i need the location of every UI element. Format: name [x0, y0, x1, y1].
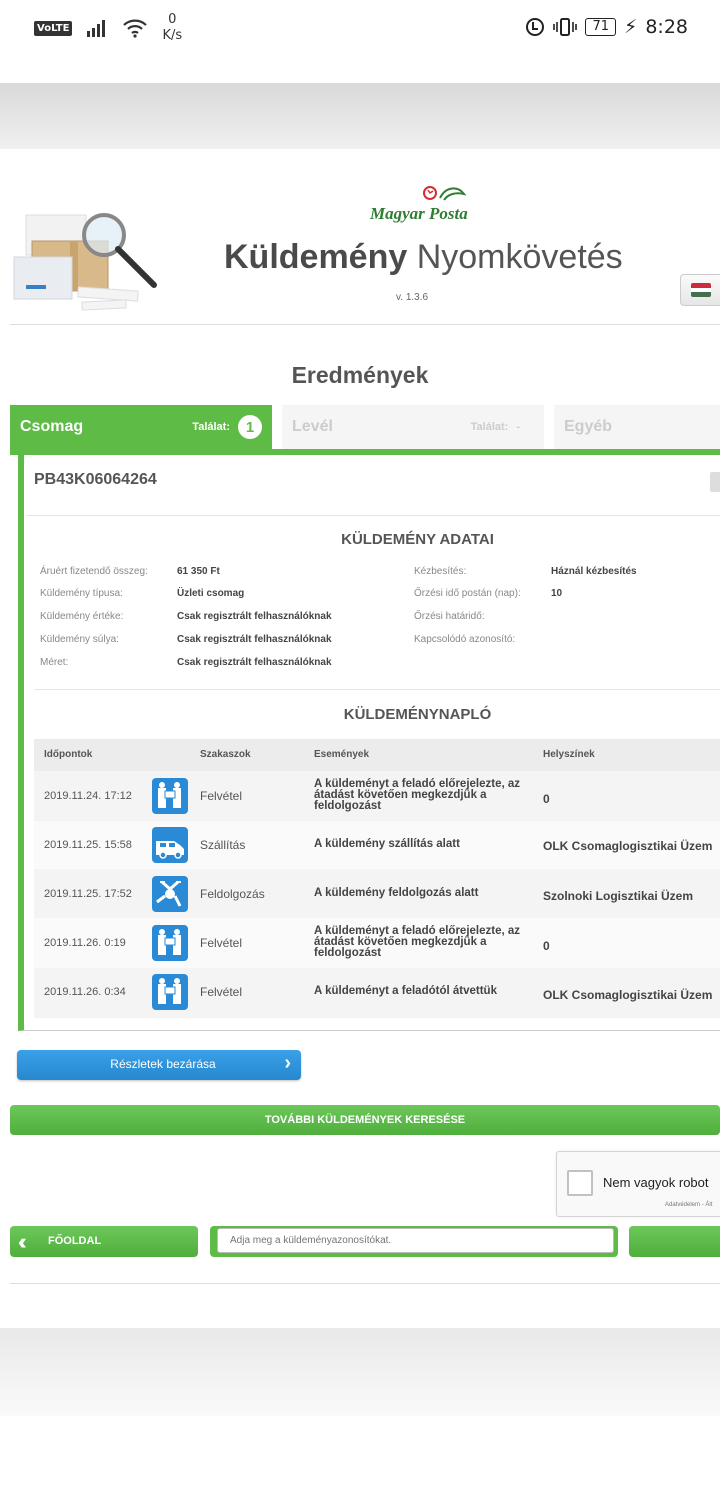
footer-band	[0, 1328, 720, 1416]
column-header: Helyszínek	[543, 749, 595, 760]
signal-icon	[87, 20, 106, 37]
log-table-header	[34, 739, 720, 771]
log-location: Szolnoki Logisztikai Üzem	[543, 889, 694, 903]
hungarian-flag-icon	[691, 283, 711, 297]
log-stage: Feldolgozás	[200, 887, 265, 901]
clock: 8:28	[645, 16, 688, 38]
log-event: A küldemény szállítás alatt	[314, 838, 460, 850]
recaptcha-widget: Nem vagyok robot Adatvédelem - Ált	[556, 1151, 720, 1217]
network-speed: 0 K/s	[162, 12, 183, 43]
log-stage: Felvétel	[200, 985, 243, 999]
magyar-posta-logo: Magyar Posta	[370, 204, 468, 223]
column-header: Szakaszok	[200, 749, 251, 760]
parcels-magnifier-illustration	[13, 213, 157, 311]
status-right: 71 ⚡ 8:28	[525, 16, 688, 38]
field-label: Küldemény típusa:	[40, 588, 123, 599]
log-stage: Felvétel	[200, 789, 243, 803]
log-location: 0	[543, 939, 550, 953]
handover-icon	[152, 925, 188, 961]
field-value: Csak regisztrált felhasználóknak	[177, 611, 332, 622]
home-button[interactable]: ‹‹ FŐOLDAL	[10, 1226, 198, 1257]
log-time: 2019.11.25. 17:52	[44, 888, 132, 900]
recaptcha-footer: Adatvédelem - Ált	[665, 1202, 713, 1208]
divider	[34, 689, 720, 690]
log-time: 2019.11.26. 0:19	[44, 937, 126, 949]
log-location: OLK Csomaglogisztikai Üzem	[543, 988, 713, 1002]
handover-icon	[152, 974, 188, 1010]
search-field-wrapper	[210, 1226, 618, 1257]
field-label: Küldemény értéke:	[40, 611, 124, 622]
shipment-data-title: KÜLDEMÉNY ADATAI	[341, 531, 494, 548]
header-band	[0, 83, 720, 149]
battery-icon: 71	[585, 18, 616, 36]
volte-icon: VoLTE	[34, 20, 73, 36]
divider	[10, 324, 720, 325]
log-event: A küldemény feldolgozás alatt	[314, 887, 479, 899]
chevron-right-icon: ›	[284, 1052, 291, 1074]
log-stage: Szállítás	[200, 838, 246, 852]
panel-toggle[interactable]	[710, 472, 720, 492]
results-heading: Eredmények	[291, 362, 429, 388]
data-saver-icon	[526, 18, 545, 36]
field-label: Kézbesítés:	[414, 566, 467, 577]
magyar-posta-logo-icon	[423, 186, 466, 201]
log-event: A küldeményt a feladótól átvettük	[314, 985, 497, 997]
field-label: Őrzési idő postán (nap):	[414, 588, 521, 599]
field-label: Küldemény súlya:	[40, 634, 119, 645]
vibrate-icon	[553, 18, 578, 36]
field-value: Üzleti csomag	[177, 588, 245, 599]
log-title: KÜLDEMÉNYNAPLÓ	[343, 706, 492, 723]
field-value: 61 350 Ft	[177, 566, 220, 577]
handover-icon	[152, 778, 188, 814]
more-shipments-search-button[interactable]: TOVÁBBI KÜLDEMÉNYEK KERESÉSE	[10, 1105, 720, 1135]
field-label: Kapcsolódó azonosító:	[414, 634, 516, 645]
log-event: A küldeményt a feladó előrejelezte, az á…	[314, 925, 521, 959]
log-location: OLK Csomaglogisztikai Üzem	[543, 839, 713, 853]
version-label: v. 1.3.6	[396, 292, 429, 303]
field-label: Áruért fizetendő összeg:	[40, 566, 148, 577]
field-value: Csak regisztrált felhasználóknak	[177, 634, 332, 645]
column-header: Időpontok	[44, 749, 93, 760]
double-chevron-left-icon: ‹‹	[18, 1229, 26, 1254]
field-label: Méret:	[40, 657, 69, 668]
log-stage: Felvétel	[200, 936, 243, 950]
hits-badge: 1	[238, 415, 262, 439]
van-icon	[152, 827, 188, 863]
tab-csomag[interactable]: Csomag Találat: 1	[10, 405, 272, 449]
search-submit-button[interactable]	[629, 1226, 720, 1257]
log-event: A küldeményt a feladó előrejelezte, az á…	[314, 778, 521, 812]
column-header: Események	[314, 749, 370, 760]
field-label: Őrzési határidő:	[414, 611, 485, 622]
tab-level[interactable]: Levél Találat: -	[282, 405, 544, 449]
close-details-button[interactable]: Részletek bezárása ›	[17, 1050, 301, 1080]
log-time: 2019.11.26. 0:34	[44, 986, 126, 998]
log-time: 2019.11.25. 15:58	[44, 839, 132, 851]
tracking-number: PB43K06064264	[34, 471, 157, 488]
field-value: Csak regisztrált felhasználóknak	[177, 657, 332, 668]
sorting-icon	[152, 876, 188, 912]
wifi-icon	[123, 19, 148, 38]
recaptcha-checkbox[interactable]	[567, 1170, 593, 1196]
log-time: 2019.11.24. 17:12	[44, 790, 132, 802]
language-button[interactable]	[680, 274, 720, 306]
divider	[10, 1283, 720, 1284]
recaptcha-label: Nem vagyok robot	[603, 1175, 709, 1190]
field-value: 10	[551, 588, 563, 599]
tracking-search-input[interactable]	[217, 1228, 614, 1253]
page-title: Küldemény Nyomkövetés	[224, 238, 623, 276]
charging-icon: ⚡	[623, 16, 638, 38]
field-value: Háznál kézbesítés	[551, 566, 637, 577]
log-location: 0	[543, 792, 550, 806]
tab-egyeb[interactable]: Egyéb	[554, 405, 720, 449]
divider	[26, 515, 720, 516]
status-left: VoLTE 0 K/s	[34, 12, 182, 44]
